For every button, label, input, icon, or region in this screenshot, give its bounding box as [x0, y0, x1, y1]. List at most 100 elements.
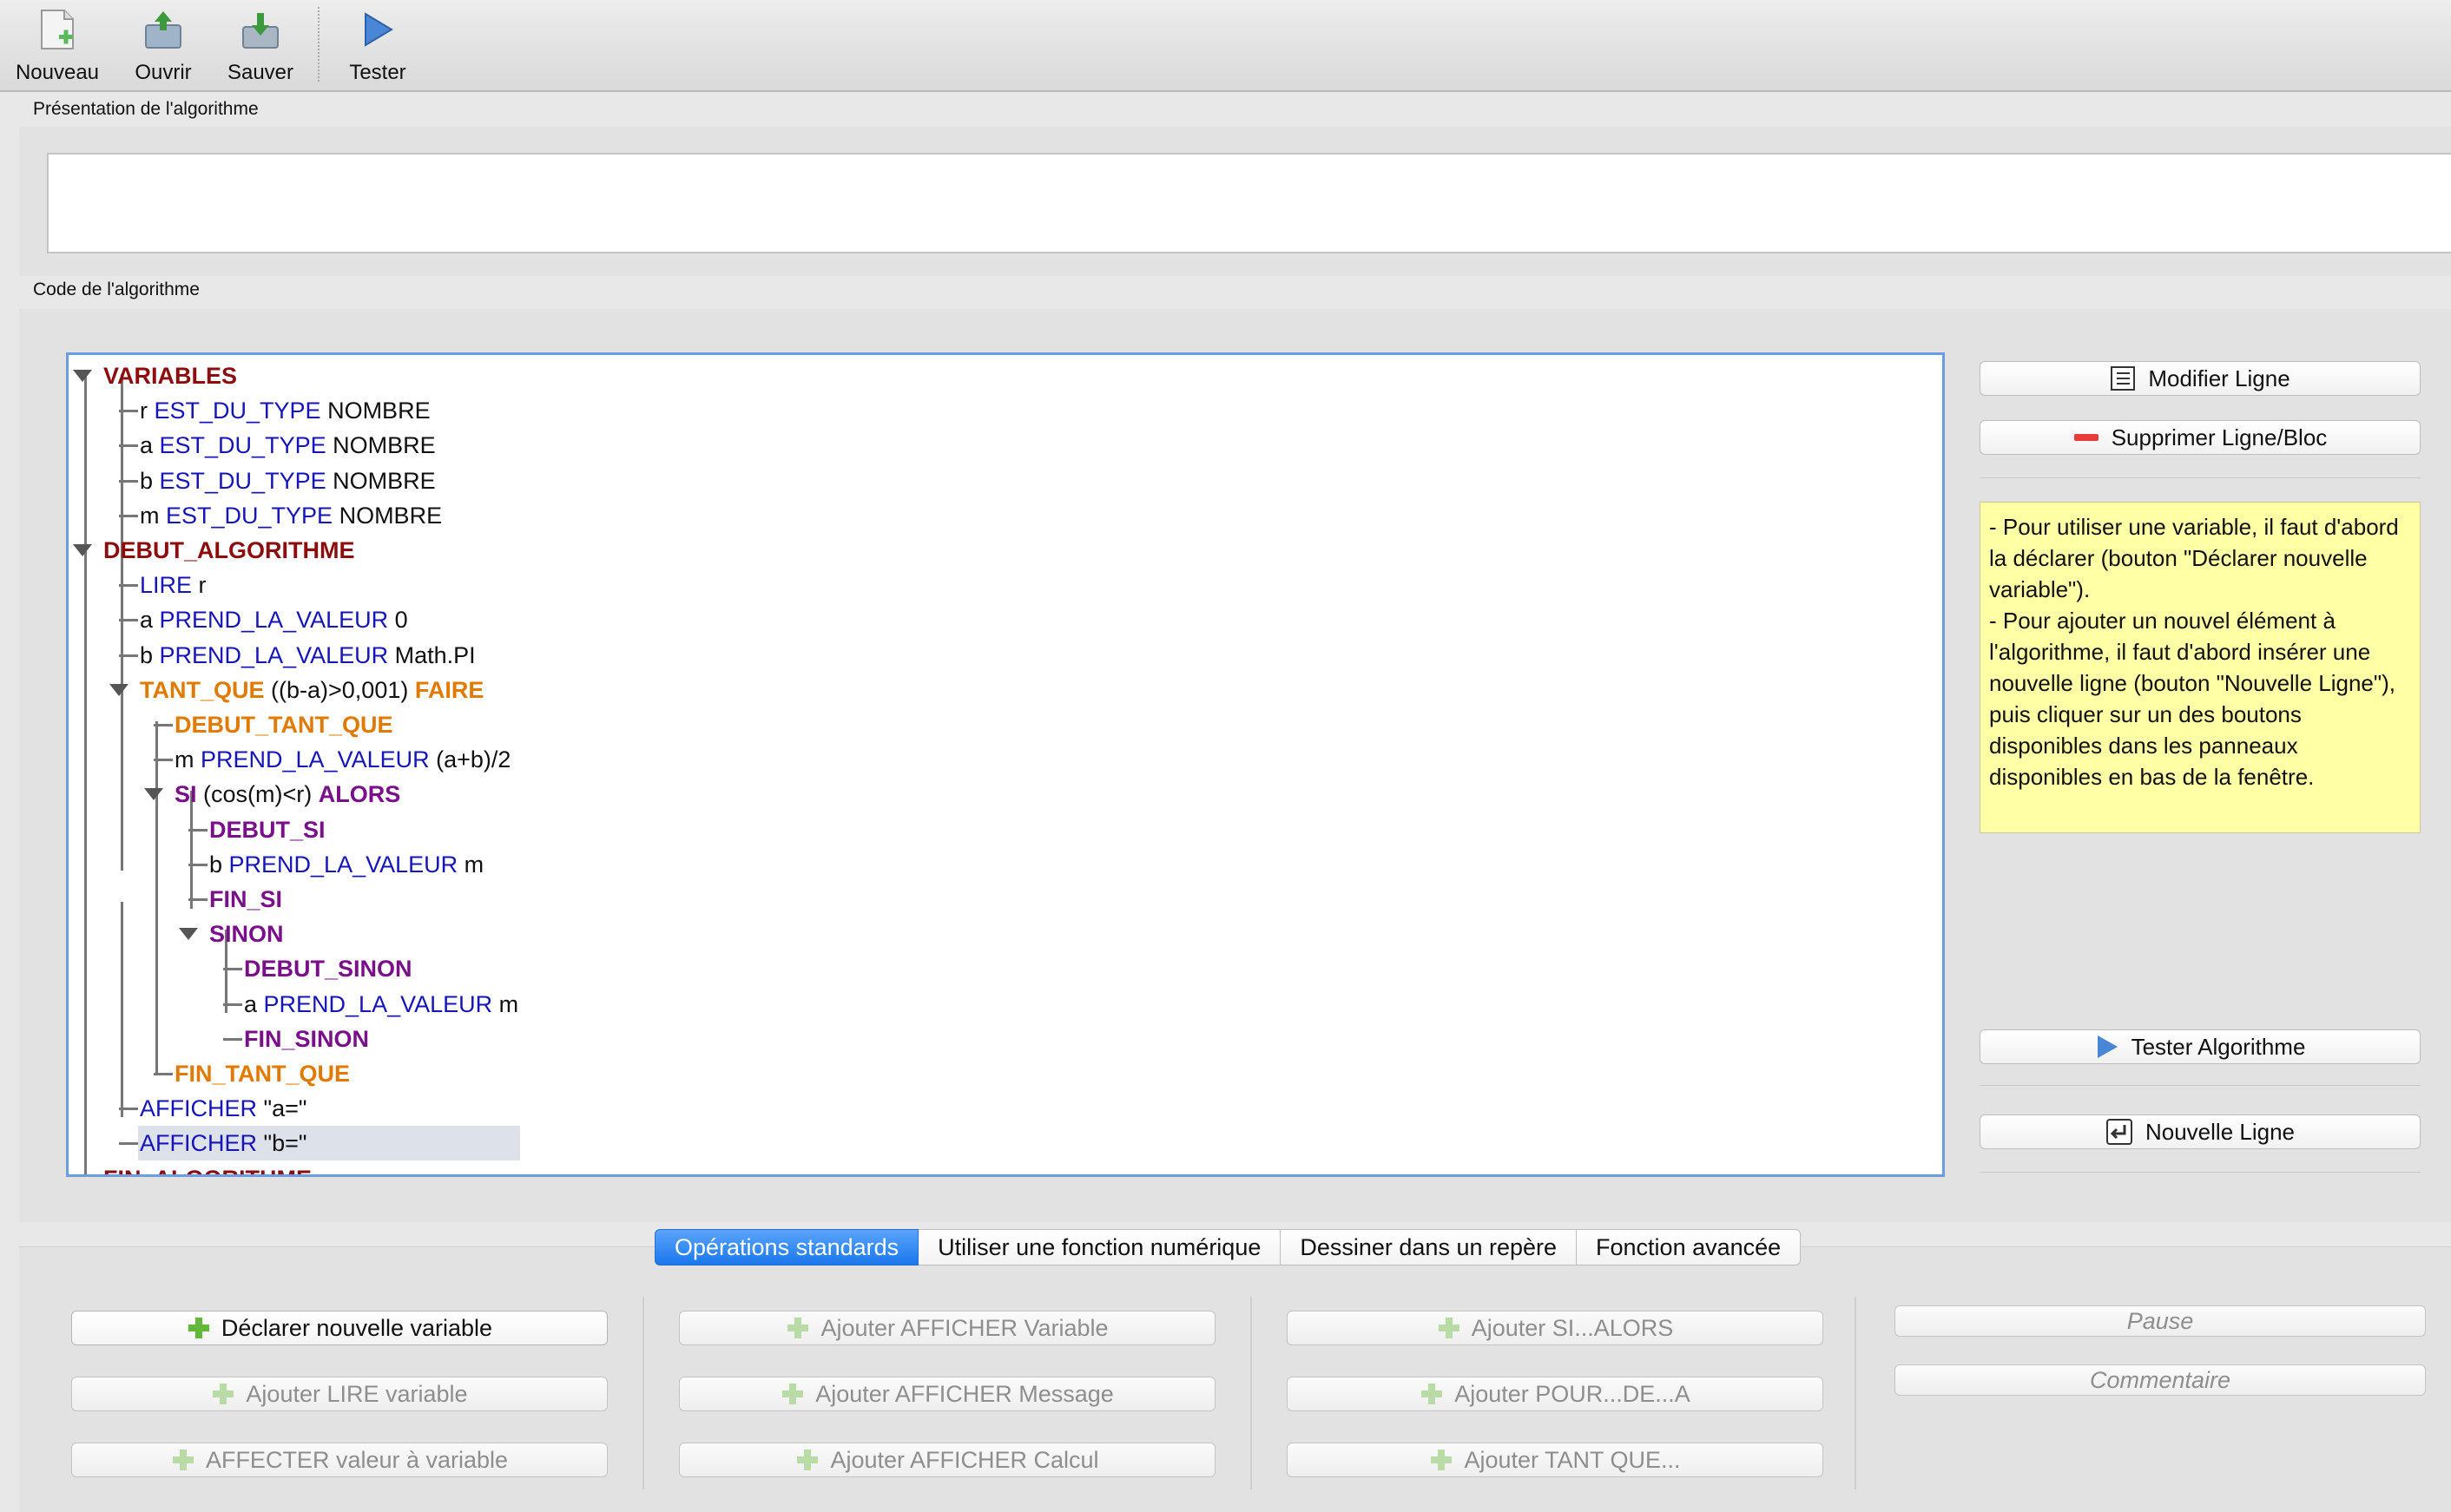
tree-row[interactable]: r EST_DU_TYPE NOMBRE — [140, 393, 431, 428]
tree-token: TANT_QUE — [140, 676, 265, 703]
plus-icon — [1437, 1316, 1461, 1340]
tab-numeric-function[interactable]: Utiliser une fonction numérique — [919, 1229, 1282, 1265]
delete-line-button[interactable]: Supprimer Ligne/Bloc — [1980, 420, 2421, 455]
operations-tabs: Opérations standards Utiliser une foncti… — [655, 1229, 1802, 1265]
tree-token: m — [458, 851, 484, 878]
tree-connector — [121, 902, 123, 1117]
tree-token: NOMBRE — [326, 432, 436, 459]
tree-connector — [119, 654, 138, 657]
tree-token: DEBUT_TANT_QUE — [175, 712, 393, 738]
tree-connector — [188, 898, 208, 901]
pause-button[interactable]: Pause — [1894, 1305, 2426, 1337]
tree-row[interactable]: b PREND_LA_VALEUR m — [209, 847, 484, 882]
play-icon — [360, 7, 395, 52]
tree-row[interactable]: SI (cos(m)<r) ALORS — [175, 777, 400, 812]
tree-connector — [121, 374, 123, 871]
tree-connector — [223, 968, 242, 971]
tree-token: ((b-a)>0,001) — [264, 676, 415, 703]
tree-token: "a=" — [257, 1095, 307, 1122]
tree-row[interactable]: LIRE r — [140, 568, 207, 602]
tab-draw-in-frame[interactable]: Dessiner dans un repère — [1281, 1229, 1578, 1265]
toolbar-separator — [318, 7, 320, 82]
tree-connector — [119, 619, 138, 622]
add-display-calc-button[interactable]: Ajouter AFFICHER Calcul — [679, 1443, 1216, 1477]
open-button[interactable]: Ouvrir — [128, 3, 198, 87]
tree-token: EST_DU_TYPE — [159, 432, 326, 459]
column-separator — [1855, 1297, 1856, 1489]
help-box: - Pour utiliser une variable, il faut d'… — [1980, 502, 2421, 833]
add-while-loop-button[interactable]: Ajouter TANT QUE... — [1287, 1443, 1823, 1477]
tree-row[interactable]: a EST_DU_TYPE NOMBRE — [140, 428, 436, 463]
tree-row[interactable]: b EST_DU_TYPE NOMBRE — [140, 463, 436, 498]
tree-row[interactable]: a PREND_LA_VALEUR m — [244, 987, 518, 1022]
add-display-message-button[interactable]: Ajouter AFFICHER Message — [679, 1377, 1216, 1411]
tree-row[interactable]: DEBUT_SI — [209, 812, 326, 847]
add-display-variable-button[interactable]: Ajouter AFFICHER Variable — [679, 1311, 1216, 1345]
tree-token: SINON — [209, 921, 284, 948]
pause-label: Pause — [2126, 1307, 2194, 1334]
tree-row[interactable]: FIN_SINON — [244, 1022, 369, 1056]
tree-row[interactable]: FIN_ALGORITHME — [103, 1161, 312, 1174]
plus-icon — [781, 1382, 805, 1406]
presentation-label: Présentation de l'algorithme — [33, 99, 259, 119]
new-line-button[interactable]: Nouvelle Ligne — [1980, 1114, 2421, 1149]
expand-toggle-icon[interactable] — [109, 683, 128, 696]
new-button[interactable]: Nouveau — [12, 3, 102, 87]
tree-token: EST_DU_TYPE — [159, 467, 326, 494]
tree-row[interactable]: AFFICHER "b=" — [137, 1126, 522, 1161]
tree-row[interactable]: AFFICHER "a=" — [140, 1091, 306, 1126]
open-label: Ouvrir — [135, 61, 192, 84]
tree-connector — [119, 444, 138, 448]
expand-toggle-icon[interactable] — [73, 544, 92, 556]
add-if-then-button[interactable]: Ajouter SI...ALORS — [1287, 1311, 1823, 1345]
expand-toggle-icon[interactable] — [73, 370, 92, 382]
tree-row[interactable]: m EST_DU_TYPE NOMBRE — [140, 498, 442, 533]
tree-token: b — [140, 467, 160, 494]
column-separator — [1250, 1297, 1252, 1489]
add-for-loop-button[interactable]: Ajouter POUR...DE...A — [1287, 1377, 1823, 1411]
expand-toggle-icon[interactable] — [179, 928, 198, 941]
declare-variable-button[interactable]: Déclarer nouvelle variable — [71, 1311, 608, 1345]
expand-toggle-icon[interactable] — [144, 788, 163, 801]
tree-row[interactable]: VARIABLES — [103, 358, 237, 393]
tab-advanced-function[interactable]: Fonction avancée — [1577, 1229, 1802, 1265]
tree-row[interactable]: FIN_TANT_QUE — [175, 1056, 350, 1091]
modify-line-label: Modifier Ligne — [2148, 365, 2290, 391]
tree-connector — [154, 724, 173, 726]
tree-row[interactable]: a PREND_LA_VALEUR 0 — [140, 602, 408, 637]
plus-icon — [171, 1448, 195, 1472]
comment-button[interactable]: Commentaire — [1894, 1364, 2426, 1396]
tree-token: (cos(m)<r) — [196, 781, 319, 808]
assign-value-button[interactable]: AFFECTER valeur à variable — [71, 1443, 608, 1477]
help-line-1: - Pour utiliser une variable, il faut d'… — [1989, 514, 2399, 602]
presentation-textarea[interactable] — [47, 153, 2451, 253]
tab-standard-operations[interactable]: Opérations standards — [655, 1229, 919, 1265]
tree-row[interactable]: SINON — [209, 917, 284, 951]
tree-token: a — [140, 432, 160, 459]
help-line-2: - Pour ajouter un nouvel élément à l'alg… — [1989, 608, 2395, 790]
save-button[interactable]: Sauver — [224, 3, 297, 87]
tree-token: (a+b)/2 — [429, 746, 511, 773]
tree-token: a — [140, 607, 160, 634]
tree-connector — [119, 1142, 138, 1146]
tree-row[interactable]: DEBUT_ALGORITHME — [103, 533, 355, 568]
tree-token: LIRE — [140, 572, 193, 599]
tree-token: PREND_LA_VALEUR — [159, 607, 389, 634]
tree-token: SI — [175, 781, 197, 808]
tree-row[interactable]: FIN_SI — [209, 882, 282, 917]
tree-row[interactable]: b PREND_LA_VALEUR Math.PI — [140, 638, 476, 673]
tree-row[interactable]: DEBUT_TANT_QUE — [175, 707, 393, 742]
add-while-loop-label: Ajouter TANT QUE... — [1464, 1446, 1681, 1473]
test-button[interactable]: Tester — [340, 3, 415, 87]
tree-token: DEBUT_ALGORITHME — [103, 537, 355, 563]
add-read-variable-button[interactable]: Ajouter LIRE variable — [71, 1377, 608, 1411]
test-algorithm-button[interactable]: Tester Algorithme — [1980, 1029, 2421, 1064]
modify-line-button[interactable]: Modifier Ligne — [1980, 361, 2421, 396]
column-separator — [642, 1297, 644, 1489]
tree-row[interactable]: m PREND_LA_VALEUR (a+b)/2 — [175, 742, 511, 777]
tree-row[interactable]: TANT_QUE ((b-a)>0,001) FAIRE — [140, 673, 484, 707]
algorithm-tree[interactable]: VARIABLES r EST_DU_TYPE NOMBRE a EST_DU_TY… — [66, 352, 1945, 1177]
tree-token: EST_DU_TYPE — [154, 398, 321, 424]
tree-token: FIN_SI — [209, 886, 283, 912]
tree-row[interactable]: DEBUT_SINON — [244, 951, 412, 986]
